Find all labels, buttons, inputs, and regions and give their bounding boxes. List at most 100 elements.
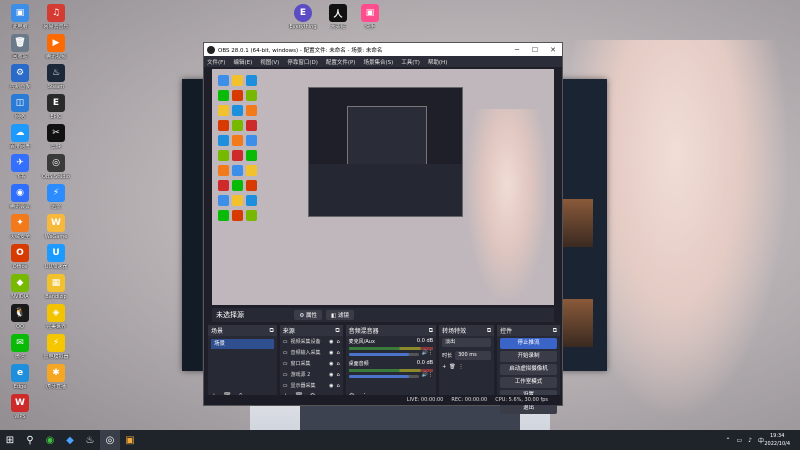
source-item[interactable]: ▭ 游戏源 2 ◉ ⌂ <box>280 369 343 380</box>
menu-profile[interactable]: 配置文件(P) <box>326 58 356 66</box>
preview-desktop-icon <box>232 105 243 116</box>
desktop-icon[interactable]: ✱ 虎牙直播 <box>38 364 74 404</box>
menu-tools[interactable]: 工具(T) <box>401 58 420 66</box>
scenes-dock: 场景⧉ 场景 + 🗑 ⌃ ⌄ <box>208 325 277 401</box>
app-icon: ✦ <box>11 214 29 232</box>
menu-help[interactable]: 帮助(H) <box>428 58 447 66</box>
preview-desktop-icon <box>218 90 229 101</box>
menu-edit[interactable]: 编辑(E) <box>233 58 252 66</box>
nested-obs-preview <box>308 87 463 217</box>
obs-titlebar[interactable]: OBS 28.0.1 (64-bit, windows) - 配置文件: 未命名… <box>204 43 562 56</box>
preview-desktop-icon <box>218 165 229 176</box>
volume-icon[interactable]: ♪ <box>748 437 752 444</box>
obs-logo-icon <box>207 45 215 54</box>
visibility-icon[interactable]: ◉ <box>329 361 333 367</box>
preview-desktop-icon <box>218 105 229 116</box>
source-item[interactable]: ▭ 视频采集设备 ◉ ⌂ <box>280 336 343 347</box>
duration-input[interactable]: 300 ms <box>455 351 492 360</box>
taskbar-app-icon[interactable]: ◉ <box>40 430 60 450</box>
visibility-icon[interactable]: ◉ <box>329 383 333 389</box>
source-type-icon: ▭ <box>282 382 288 389</box>
properties-button[interactable]: ⚙ 属性 <box>294 310 323 320</box>
menu-dots-icon[interactable]: ⋮ <box>428 350 433 356</box>
preview-desktop-icon <box>246 75 257 86</box>
window-title: OBS 28.0.1 (64-bit, windows) - 配置文件: 未命名… <box>218 47 383 54</box>
volume-slider[interactable] <box>348 353 419 356</box>
volume-slider[interactable] <box>348 375 419 378</box>
app-icon: W <box>47 214 65 232</box>
desktop-icon-app2[interactable]: 人 大头贴 <box>320 4 356 44</box>
app-icon: ◈ <box>47 304 65 322</box>
dock-title: 来源 <box>282 328 295 335</box>
minimize-icon[interactable]: ─ <box>508 46 526 54</box>
nested-docks <box>309 164 462 216</box>
app-icon: ⚡ <box>47 184 65 202</box>
source-item[interactable]: ▭ 音频输入采集 ◉ ⌂ <box>280 347 343 358</box>
preview-desktop-icon <box>246 105 257 116</box>
app-icon: ▣ <box>361 4 379 22</box>
menu-docks[interactable]: 停靠窗口(D) <box>287 58 318 66</box>
menu-file[interactable]: 文件(F) <box>207 58 225 66</box>
menu-scene-collection[interactable]: 场景集合(S) <box>363 58 393 66</box>
search-icon[interactable]: ⚲ <box>20 430 40 450</box>
dock-popout-icon[interactable]: ⧉ <box>335 327 339 335</box>
visibility-icon[interactable]: ◉ <box>329 350 333 356</box>
close-icon[interactable]: ✕ <box>544 46 562 54</box>
ime-icon[interactable]: 中 <box>758 436 764 445</box>
lock-icon[interactable]: ⌂ <box>336 350 339 356</box>
source-item[interactable]: ▭ 窗口采集 ◉ ⌂ <box>280 358 343 369</box>
taskbar-app-icon[interactable]: ▣ <box>120 430 140 450</box>
filters-button[interactable]: ◧ 滤镜 <box>326 310 354 320</box>
dock-popout-icon[interactable]: ⧉ <box>487 327 491 335</box>
source-type-icon: ▭ <box>282 338 288 345</box>
preview-figure <box>467 109 547 299</box>
studio-mode-button[interactable]: 工作室模式 <box>500 377 557 388</box>
visibility-icon[interactable]: ◉ <box>329 372 333 378</box>
preview-desktop-icon <box>246 165 257 176</box>
mixer-channel: 麦克风/Aux 0.0 dB 🔊 ⋮ <box>348 338 434 356</box>
preview-desktop-icon <box>232 90 243 101</box>
visibility-icon[interactable]: ◉ <box>329 339 333 345</box>
lock-icon[interactable]: ⌂ <box>336 383 339 389</box>
clock[interactable]: 19:34 2022/10/4 <box>764 432 790 448</box>
preview-desktop-icon <box>246 135 257 146</box>
dock-popout-icon[interactable]: ⧉ <box>553 327 557 335</box>
add-icon[interactable]: + <box>442 364 446 370</box>
tray-expand-icon[interactable]: ⌃ <box>725 437 730 444</box>
app-icon: ◎ <box>47 154 65 172</box>
dock-title: 场景 <box>211 328 224 335</box>
lock-icon[interactable]: ⌂ <box>336 339 339 345</box>
app-icon: W <box>11 394 29 412</box>
app-icon: ☁ <box>11 124 29 142</box>
lock-icon[interactable]: ⌂ <box>336 372 339 378</box>
cpu-status: CPU: 5.6%, 30.00 fps <box>495 397 548 403</box>
app-icon: 🗑 <box>11 34 29 52</box>
stop-streaming-button[interactable]: 停止推流 <box>500 338 557 349</box>
start-icon[interactable]: ⊞ <box>0 430 20 450</box>
desktop-icon[interactable]: W WPS <box>2 394 38 434</box>
maximize-icon[interactable]: ☐ <box>526 46 544 54</box>
transition-select[interactable]: 淡出 <box>442 338 492 347</box>
network-icon[interactable]: ▭ <box>736 437 742 444</box>
virtual-camera-button[interactable]: 启动虚拟摄像机 <box>500 364 557 375</box>
preview-canvas[interactable] <box>212 69 554 305</box>
desktop-icon-app3[interactable]: ▣ 快手 <box>352 4 388 44</box>
dock-popout-icon[interactable]: ⧉ <box>429 327 433 335</box>
dock-popout-icon[interactable]: ⧉ <box>269 327 273 335</box>
menu-dots-icon[interactable]: ⋮ <box>428 372 433 378</box>
desktop-icon-everything[interactable]: E Everything <box>285 4 321 44</box>
lock-icon[interactable]: ⌂ <box>336 361 339 367</box>
system-tray: ⌃ ▭ ♪ 中 <box>725 430 764 450</box>
obs-icon[interactable]: ◎ <box>100 430 120 450</box>
trash-icon[interactable]: 🗑 <box>449 364 455 370</box>
start-recording-button[interactable]: 开始录制 <box>500 351 557 362</box>
preview-desktop-icon <box>246 180 257 191</box>
dock-title: 控件 <box>500 328 513 335</box>
scene-item[interactable]: 场景 <box>211 339 274 349</box>
app-icon: ⚡ <box>47 334 65 352</box>
taskbar-app-icon[interactable]: ◆ <box>60 430 80 450</box>
steam-icon[interactable]: ♨ <box>80 430 100 450</box>
taskbar: ⊞ ⚲ ◉ ◆ ♨ ◎ ▣ ⌃ ▭ ♪ 中 19:34 2022/10/4 <box>0 430 800 450</box>
menu-dots-icon[interactable]: ⋮ <box>459 364 464 370</box>
menu-view[interactable]: 视图(V) <box>260 58 279 66</box>
